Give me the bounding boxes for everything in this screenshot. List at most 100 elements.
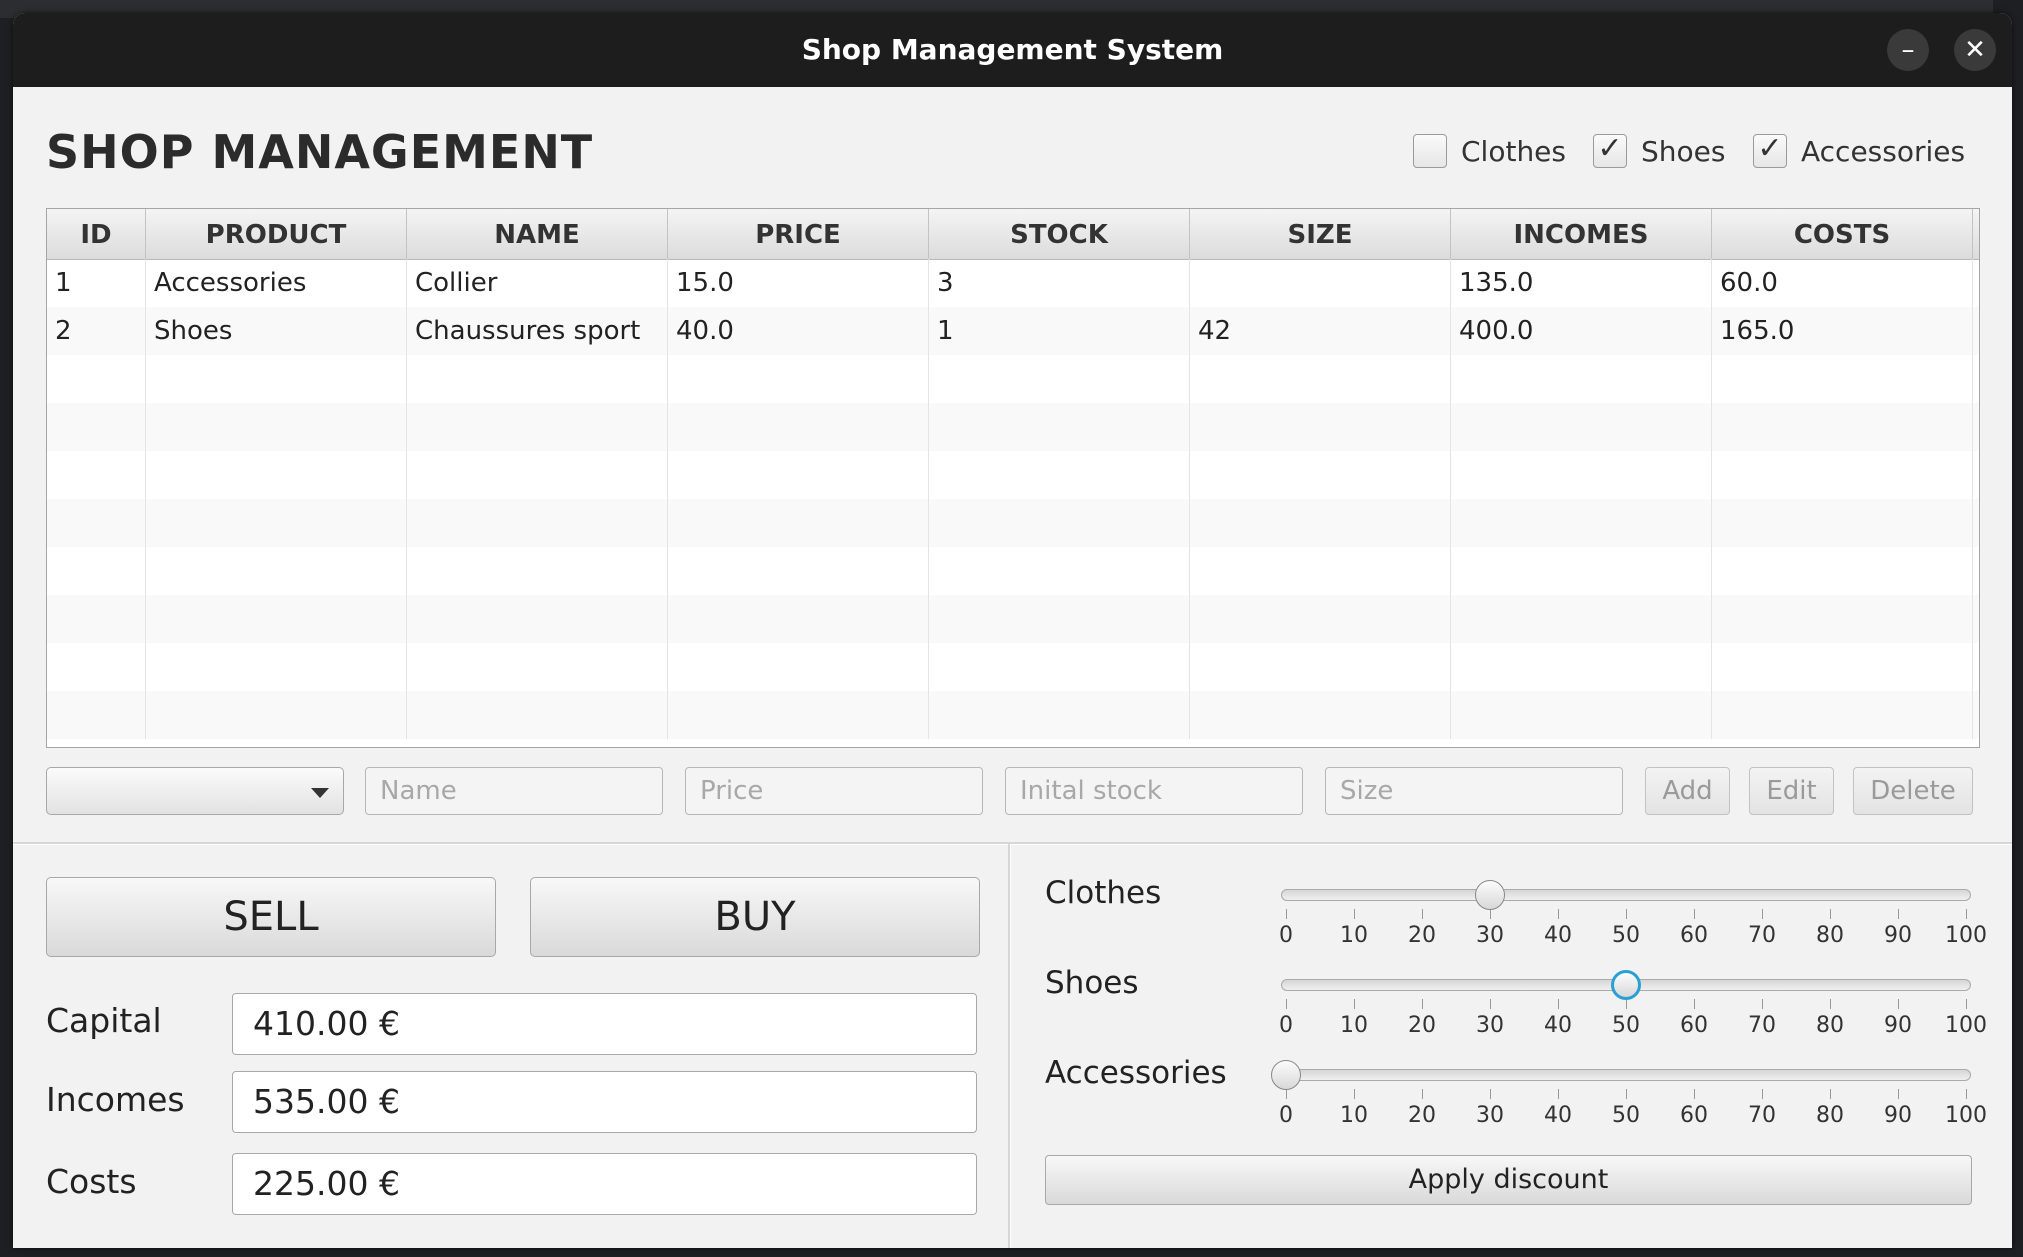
slider-tick (1966, 999, 1967, 1009)
filter-shoes[interactable]: ✓ Shoes (1593, 131, 1725, 171)
table-row[interactable] (47, 643, 1979, 691)
slider-tick (1490, 999, 1491, 1009)
table-cell (1712, 355, 1973, 403)
slider-track-accessories[interactable] (1281, 1069, 1971, 1081)
check-icon: ✓ (1597, 131, 1623, 166)
table-cell (929, 355, 1190, 403)
delete-button[interactable]: Delete (1853, 767, 1973, 815)
table-cell (146, 595, 407, 643)
size-input[interactable]: Size (1325, 767, 1623, 815)
slider-tick-label: 40 (1544, 1103, 1572, 1128)
product-type-select[interactable] (46, 767, 344, 815)
table-cell: Chaussures sport (407, 307, 668, 355)
slider-tick (1898, 999, 1899, 1009)
table-cell (146, 451, 407, 499)
apply-discount-button[interactable]: Apply discount (1045, 1155, 1972, 1205)
slider-thumb-clothes[interactable] (1475, 880, 1505, 910)
table-row[interactable] (47, 595, 1979, 643)
slider-tick-label: 60 (1680, 1103, 1708, 1128)
slider-tick (1762, 999, 1763, 1009)
slider-tick-label: 80 (1816, 923, 1844, 948)
slider-tick (1694, 909, 1695, 919)
incomes-label: Incomes (46, 1080, 185, 1119)
table-cell (407, 691, 668, 739)
buy-button[interactable]: BUY (530, 877, 980, 957)
name-input[interactable]: Name (365, 767, 663, 815)
costs-field[interactable]: 225.00 € (232, 1153, 977, 1215)
column-header-incomes[interactable]: INCOMES (1451, 209, 1712, 259)
table-cell (929, 403, 1190, 451)
slider-tick-label: 90 (1884, 923, 1912, 948)
table-cell (47, 499, 146, 547)
title-bar: Shop Management System – ✕ (13, 13, 2012, 87)
table-row[interactable] (47, 355, 1979, 403)
capital-field[interactable]: 410.00 € (232, 993, 977, 1055)
page-title: SHOP MANAGEMENT (46, 125, 594, 179)
slider-tick (1422, 909, 1423, 919)
table-row[interactable] (47, 403, 1979, 451)
table-header: ID PRODUCT NAME PRICE STOCK SIZE INCOMES COSTS (47, 209, 1979, 260)
table-cell (1451, 499, 1712, 547)
column-header-id[interactable]: ID (47, 209, 146, 259)
close-icon[interactable]: ✕ (1954, 29, 1996, 71)
column-header-size[interactable]: SIZE (1190, 209, 1451, 259)
table-cell (407, 355, 668, 403)
table-cell: Collier (407, 259, 668, 307)
table-row[interactable] (47, 547, 1979, 595)
slider-tick (1354, 909, 1355, 919)
price-input[interactable]: Price (685, 767, 983, 815)
table-cell (146, 547, 407, 595)
table-cell (668, 403, 929, 451)
slider-tick (1354, 999, 1355, 1009)
column-header-name[interactable]: NAME (407, 209, 668, 259)
slider-tick (1422, 1089, 1423, 1099)
table-cell (146, 643, 407, 691)
sell-button[interactable]: SELL (46, 877, 496, 957)
table-cell (668, 595, 929, 643)
horizontal-divider (13, 842, 2012, 845)
table-cell (1190, 691, 1451, 739)
edit-button[interactable]: Edit (1749, 767, 1834, 815)
checkbox-clothes[interactable] (1413, 134, 1447, 168)
slider-tick-label: 30 (1476, 1013, 1504, 1038)
table-row[interactable] (47, 451, 1979, 499)
column-header-price[interactable]: PRICE (668, 209, 929, 259)
initial-stock-input[interactable]: Inital stock (1005, 767, 1303, 815)
slider-tick-label: 90 (1884, 1103, 1912, 1128)
slider-tick (1490, 909, 1491, 919)
slider-tick (1830, 1089, 1831, 1099)
filter-clothes-label: Clothes (1461, 134, 1566, 168)
column-header-product[interactable]: PRODUCT (146, 209, 407, 259)
slider-tick-label: 70 (1748, 1103, 1776, 1128)
table-cell (668, 691, 929, 739)
slider-tick-label: 20 (1408, 1103, 1436, 1128)
slider-tick-label: 10 (1340, 1013, 1368, 1038)
checkbox-accessories[interactable]: ✓ (1753, 131, 1787, 168)
table-cell (1451, 355, 1712, 403)
incomes-field[interactable]: 535.00 € (232, 1071, 977, 1133)
add-button[interactable]: Add (1645, 767, 1730, 815)
slider-track-clothes[interactable] (1281, 889, 1971, 901)
table-row[interactable]: 1 Accessories Collier 15.0 3 135.0 60.0 (47, 259, 1979, 307)
table-cell (146, 691, 407, 739)
column-header-stock[interactable]: STOCK (929, 209, 1190, 259)
table-row[interactable]: 2 Shoes Chaussures sport 40.0 1 42 400.0 165.0 (47, 307, 1979, 355)
filter-accessories[interactable]: ✓ Accessories (1753, 131, 1965, 171)
slider-thumb-accessories[interactable] (1271, 1060, 1301, 1090)
capital-label: Capital (46, 1001, 162, 1040)
column-header-costs[interactable]: COSTS (1712, 209, 1973, 259)
table-cell (47, 547, 146, 595)
slider-tick-label: 70 (1748, 923, 1776, 948)
table-cell (1190, 595, 1451, 643)
slider-tick-label: 0 (1279, 1103, 1293, 1128)
slider-thumb-shoes[interactable] (1611, 970, 1641, 1000)
vertical-divider (1008, 844, 1011, 1248)
minimize-icon[interactable]: – (1887, 29, 1929, 71)
checkbox-shoes[interactable]: ✓ (1593, 131, 1627, 168)
filter-clothes[interactable]: Clothes (1413, 131, 1566, 171)
slider-tick (1558, 999, 1559, 1009)
products-table[interactable]: ID PRODUCT NAME PRICE STOCK SIZE INCOMES COSTS … (46, 208, 1980, 748)
table-cell (668, 643, 929, 691)
table-row[interactable] (47, 691, 1979, 739)
table-row[interactable] (47, 499, 1979, 547)
